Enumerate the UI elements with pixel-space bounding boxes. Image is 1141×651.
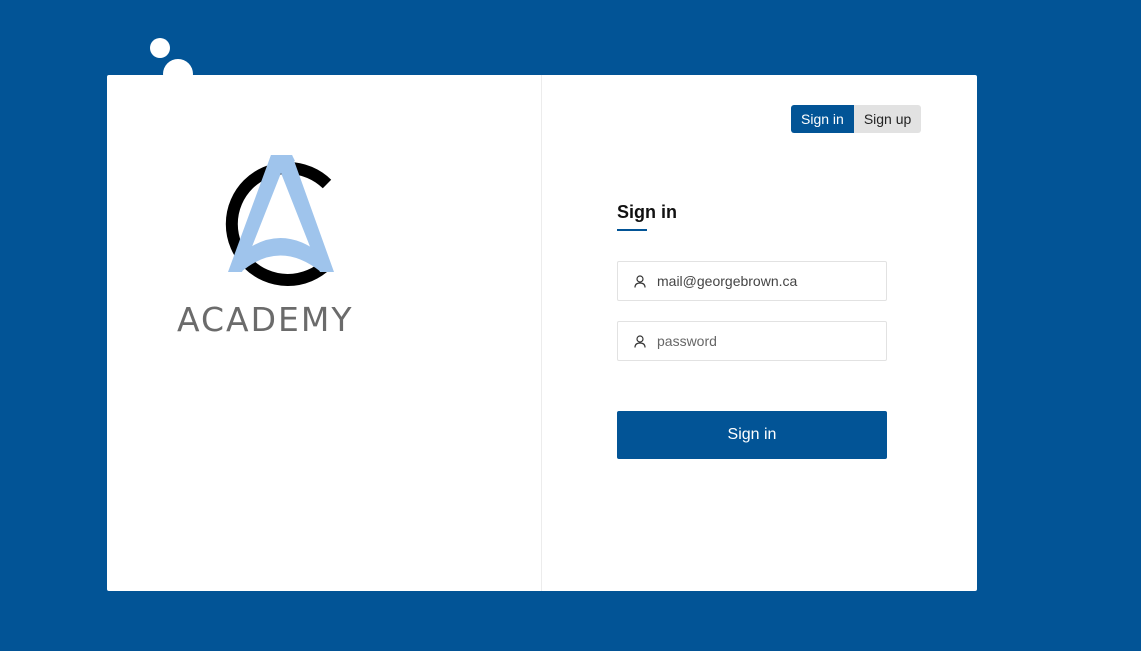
user-icon <box>633 274 647 288</box>
decorative-bubble-small <box>150 38 170 58</box>
brand-panel: ACADEMY <box>107 75 542 591</box>
password-field[interactable] <box>617 321 887 361</box>
auth-tabs: Sign in Sign up <box>791 105 922 133</box>
password-input[interactable] <box>657 333 867 349</box>
auth-card: ACADEMY Sign in Sign up Sign in mail@geo… <box>107 75 977 591</box>
user-icon <box>633 334 647 348</box>
email-field[interactable] <box>617 261 887 301</box>
brand-wordmark: ACADEMY <box>177 300 354 339</box>
email-input[interactable] <box>657 273 867 289</box>
signin-panel: Sign in Sign up Sign in Sign i <box>542 75 977 591</box>
signin-button[interactable]: Sign in <box>617 411 887 459</box>
tab-signup[interactable]: Sign up <box>853 105 922 133</box>
form-title: Sign in <box>617 202 677 222</box>
title-underline <box>617 229 647 231</box>
tab-signin[interactable]: Sign in <box>791 105 854 133</box>
